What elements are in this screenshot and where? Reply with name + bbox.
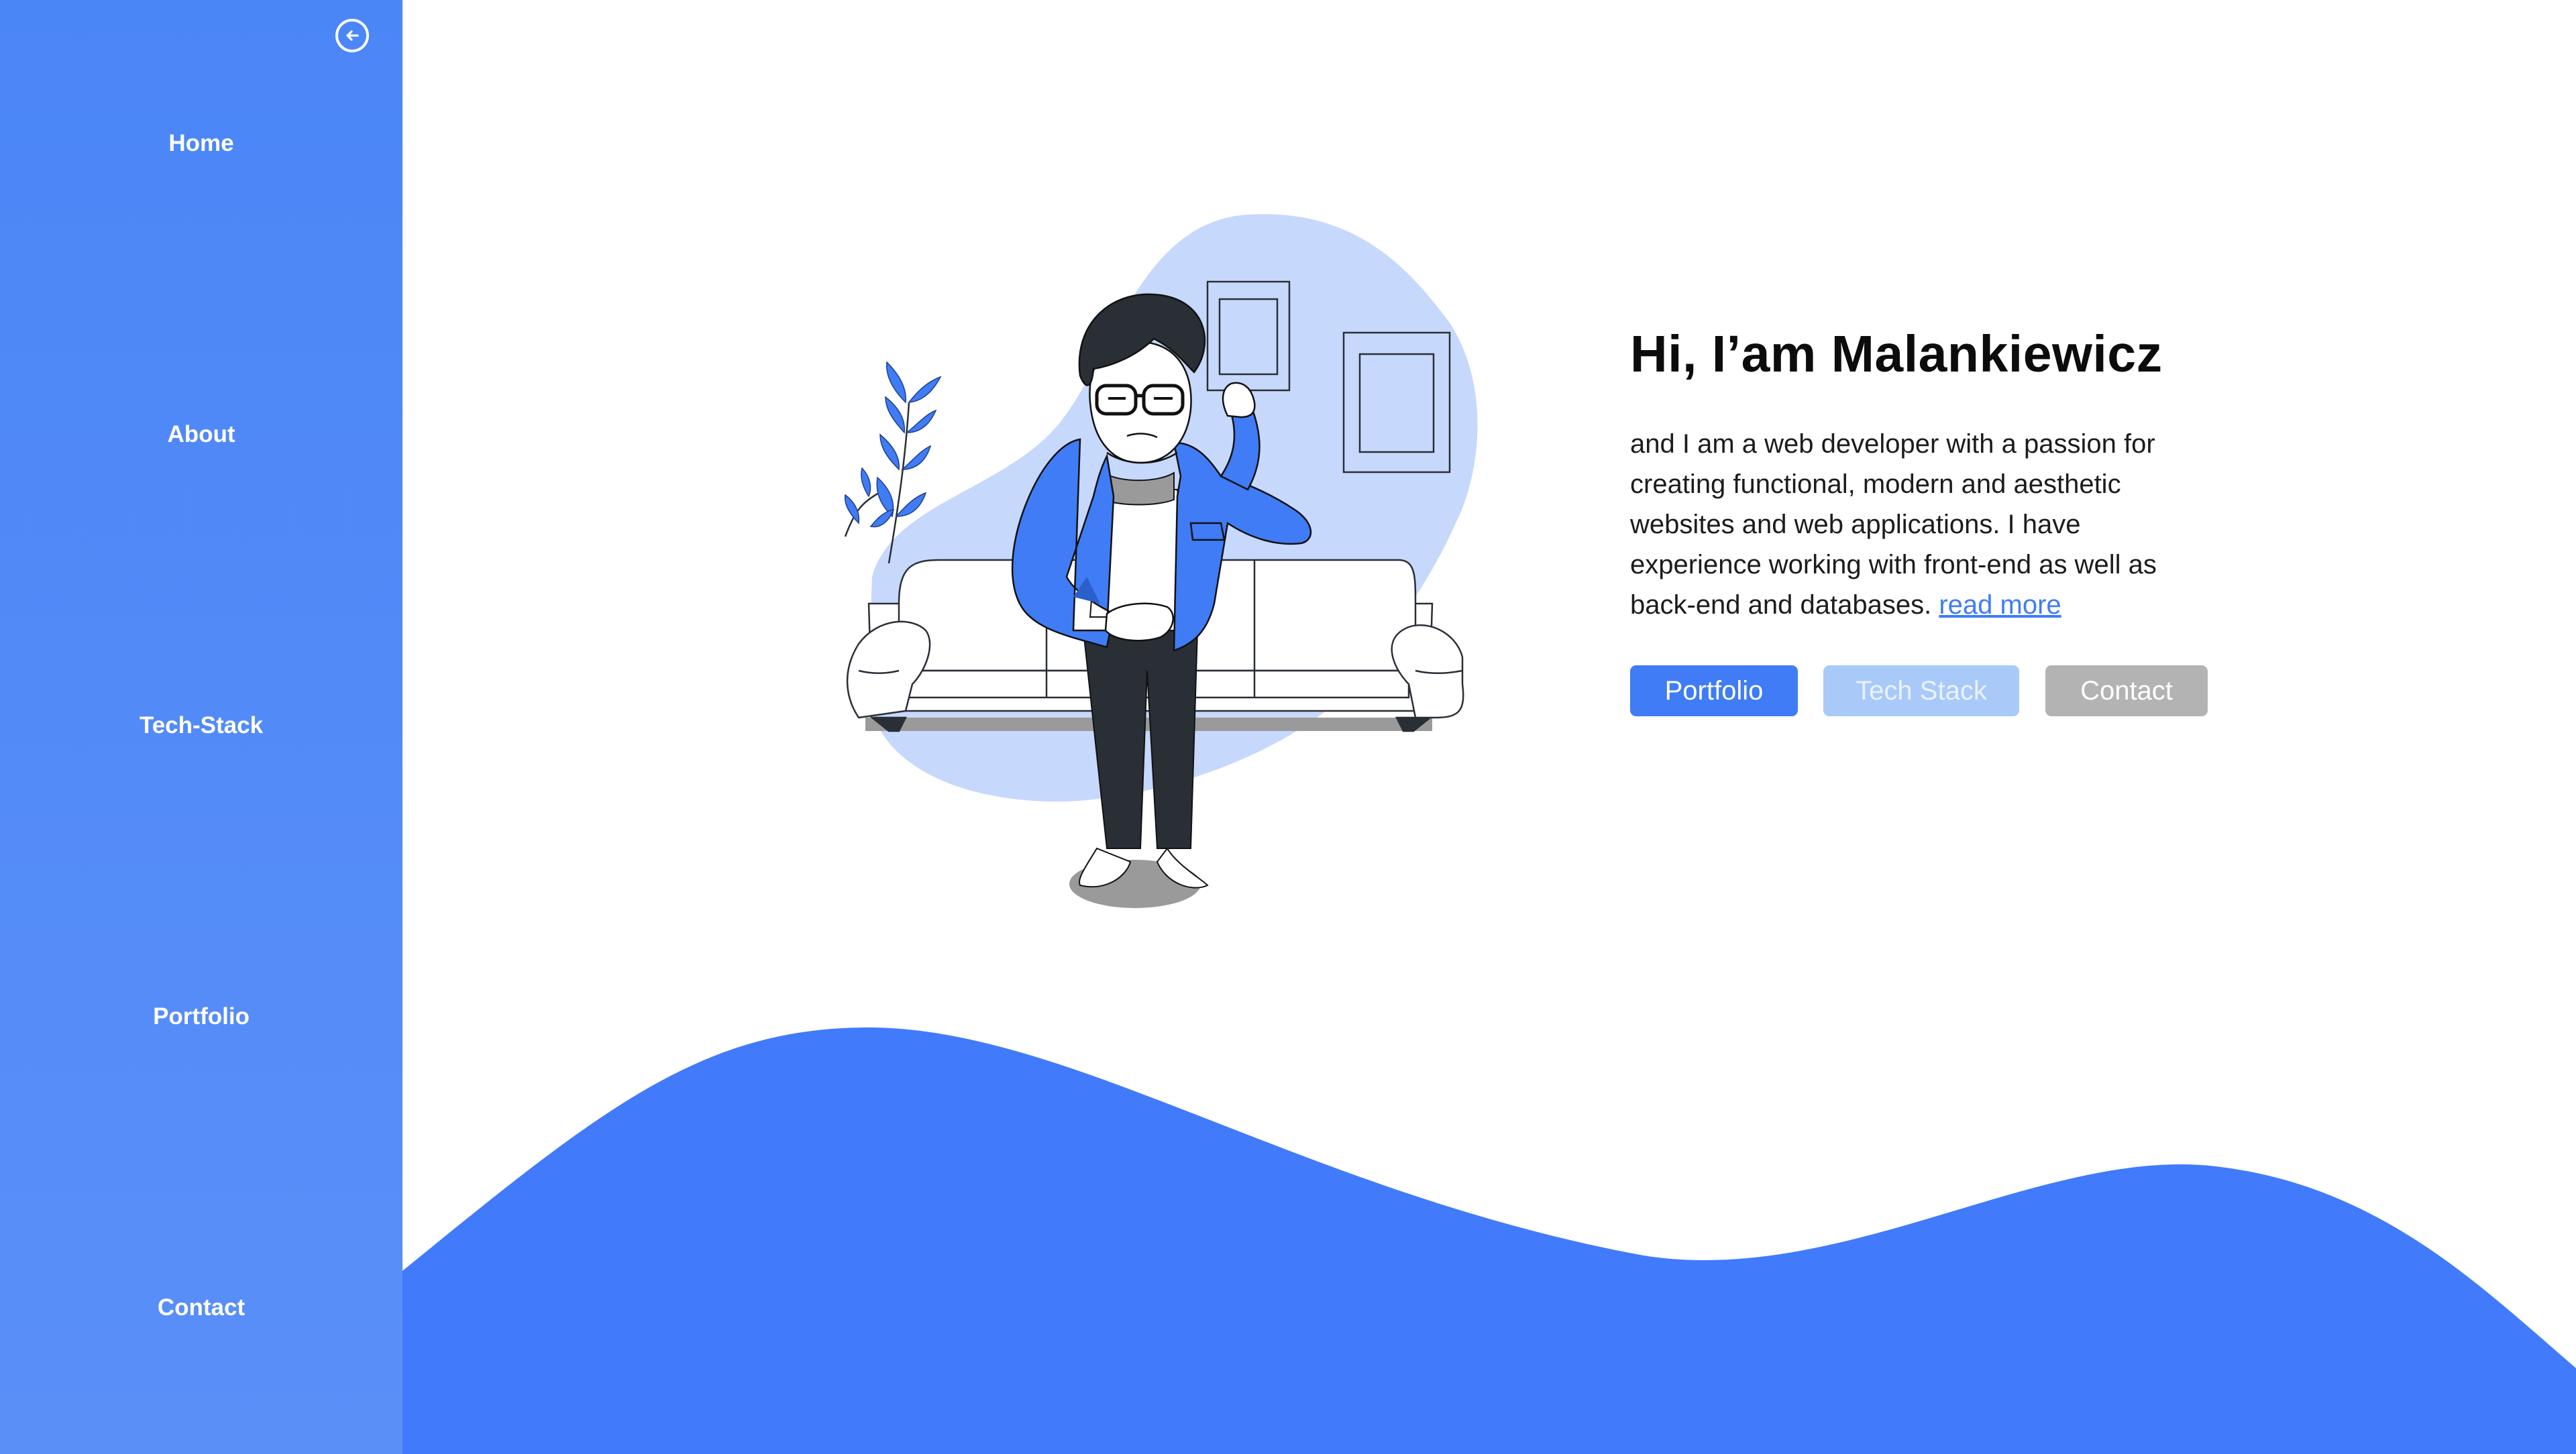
hero-title: Hi, I’am Malankiewicz — [1630, 325, 2163, 383]
hero-description: and I am a web developer with a passion … — [1630, 424, 2194, 625]
page: Home About Tech-Stack Portfolio Contact — [0, 0, 2576, 1454]
character-hands — [1104, 602, 1174, 642]
hero-description-text: and I am a web developer with a passion … — [1630, 429, 2157, 620]
contact-button[interactable]: Contact — [2045, 665, 2208, 716]
arrow-left-icon — [346, 30, 359, 41]
collapse-sidebar-button[interactable] — [335, 19, 369, 52]
background-wave — [402, 1027, 2576, 1454]
character-legs — [1079, 630, 1209, 889]
nav-item-contact[interactable]: Contact — [0, 1294, 402, 1321]
tech-stack-button[interactable]: Tech Stack — [1823, 665, 2019, 716]
developer-illustration — [844, 214, 1478, 908]
nav-item-home[interactable]: Home — [0, 130, 402, 157]
nav-item-portfolio[interactable]: Portfolio — [0, 1003, 402, 1030]
portfolio-button[interactable]: Portfolio — [1630, 665, 1798, 716]
read-more-link[interactable]: read more — [1939, 590, 2061, 620]
sidebar: Home About Tech-Stack Portfolio Contact — [0, 0, 402, 1454]
nav-item-about[interactable]: About — [0, 421, 402, 448]
nav-item-tech-stack[interactable]: Tech-Stack — [0, 712, 402, 739]
